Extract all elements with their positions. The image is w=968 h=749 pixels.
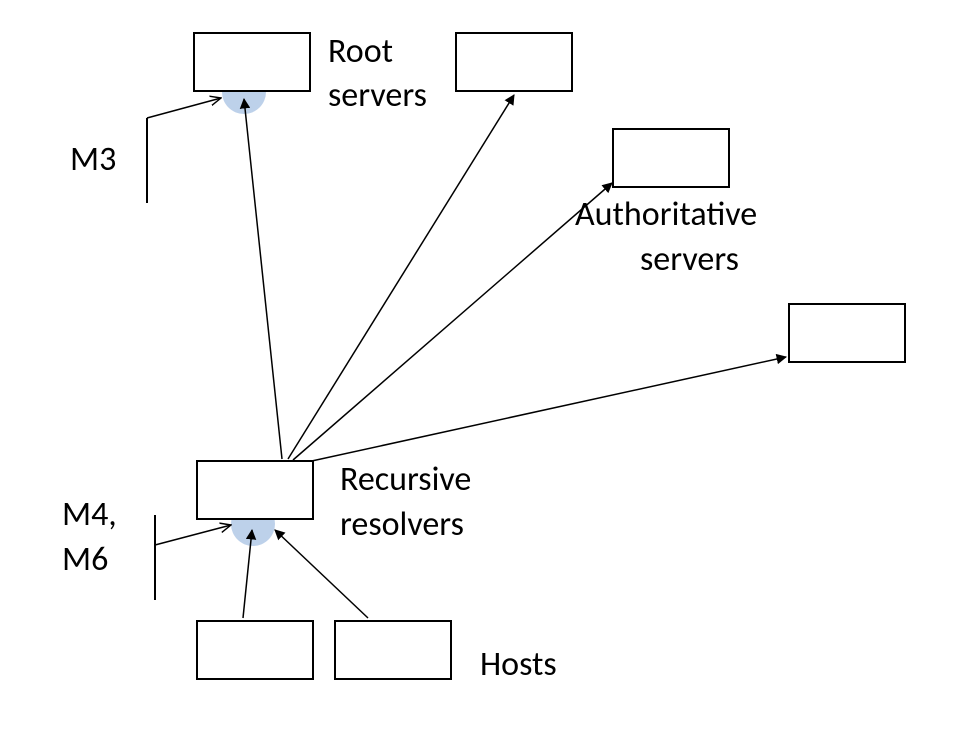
box-host-right	[334, 620, 452, 680]
label-auth-line1: Authoritative	[575, 195, 757, 234]
box-auth-server-bottom	[788, 303, 906, 363]
label-root-line2: servers	[328, 76, 427, 115]
label-m3: M3	[70, 140, 116, 179]
arrow-resolver-to-root1	[244, 99, 282, 459]
m3-callout-arrow	[147, 98, 221, 118]
box-recursive-resolver	[196, 460, 314, 520]
m4m6-callout-arrow	[155, 525, 231, 545]
arrows-layer	[0, 0, 968, 749]
label-auth-line2: servers	[640, 240, 739, 279]
label-hosts: Hosts	[480, 645, 557, 684]
dns-hierarchy-diagram: M3 M4, M6 Root servers Authoritative ser…	[0, 0, 968, 749]
label-recursive-line1: Recursive	[340, 460, 471, 499]
label-root-line1: Root	[328, 32, 393, 71]
box-root-server-right	[455, 32, 573, 92]
arrow-resolver-to-auth1	[293, 183, 612, 460]
label-m4m6-line1: M4,	[62, 495, 117, 534]
arrow-resolver-to-auth2	[298, 357, 786, 464]
box-host-left	[196, 620, 314, 680]
label-recursive-line2: resolvers	[340, 505, 464, 544]
arrow-resolver-to-root2	[288, 95, 514, 459]
box-auth-server-top	[612, 128, 730, 188]
label-m4m6-line2: M6	[62, 540, 108, 579]
box-root-server-left	[193, 32, 311, 92]
